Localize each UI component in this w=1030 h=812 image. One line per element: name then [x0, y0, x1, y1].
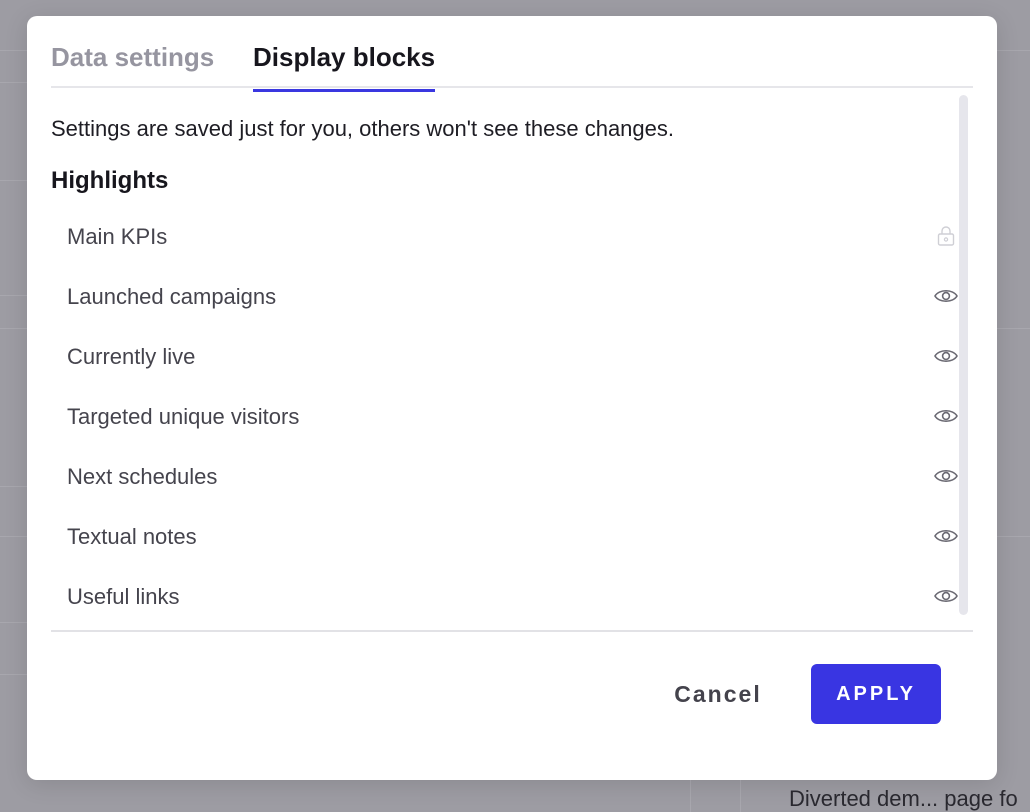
block-label: Launched campaigns [67, 284, 277, 309]
scrollbar[interactable] [959, 95, 968, 615]
block-label: Next schedules [67, 464, 218, 489]
background-divider [997, 50, 1030, 51]
background-divider [0, 82, 27, 83]
eye-icon[interactable] [934, 466, 958, 486]
block-row-next-schedules: Next schedules [51, 446, 959, 506]
display-settings-modal: Data settings Display blocks Settings ar… [27, 16, 997, 780]
background-divider [0, 674, 27, 675]
cancel-button[interactable]: Cancel [655, 664, 781, 724]
background-divider [0, 180, 27, 181]
tab-data-settings[interactable]: Data settings [51, 42, 214, 73]
block-row-currently-live: Currently live [51, 326, 959, 386]
eye-icon[interactable] [934, 586, 958, 606]
block-label: Main KPIs [67, 224, 168, 249]
background-divider [690, 780, 691, 812]
block-row-main-kpis: Main KPIs [51, 206, 959, 266]
tab-bar: Data settings Display blocks [51, 16, 973, 92]
block-row-textual-notes: Textual notes [51, 506, 959, 566]
eye-icon[interactable] [934, 346, 958, 366]
background-divider [0, 328, 27, 329]
apply-button[interactable]: APPLY [811, 664, 941, 724]
eye-icon[interactable] [934, 286, 958, 306]
background-divider [0, 295, 27, 296]
lock-icon [934, 226, 958, 246]
background-divider [997, 328, 1030, 329]
section-title-highlights: Highlights [51, 167, 169, 194]
block-row-targeted-unique-visitors: Targeted unique visitors [51, 386, 959, 446]
eye-icon[interactable] [934, 406, 958, 426]
block-row-launched-campaigns: Launched campaigns [51, 266, 959, 326]
footer-divider [51, 630, 973, 632]
background-cell-text: Diverted dem... page fo [789, 786, 1018, 811]
background-divider [0, 622, 27, 623]
eye-icon[interactable] [934, 526, 958, 546]
block-label: Currently live [67, 344, 196, 369]
background-divider [997, 536, 1030, 537]
background-divider [740, 780, 741, 812]
block-label: Targeted unique visitors [67, 404, 300, 429]
display-blocks-panel: Settings are saved just for you, others … [51, 90, 959, 616]
block-row-useful-links: Useful links [51, 566, 959, 616]
block-label: Textual notes [67, 524, 197, 549]
background-divider [0, 50, 27, 51]
block-label: Useful links [67, 584, 180, 609]
tab-display-blocks[interactable]: Display blocks [253, 42, 436, 92]
background-divider [0, 536, 27, 537]
settings-notice: Settings are saved just for you, others … [51, 116, 675, 141]
background-divider [0, 486, 27, 487]
